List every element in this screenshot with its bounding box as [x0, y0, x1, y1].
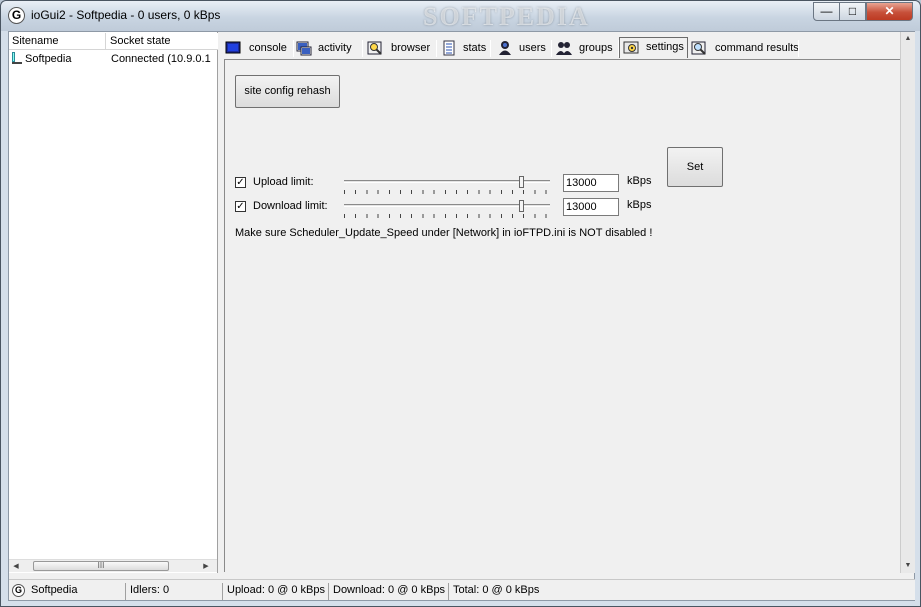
- scheduler-note: Make sure Scheduler_Update_Speed under […: [235, 227, 653, 239]
- tab-label: console: [249, 42, 287, 54]
- download-limit-slider[interactable]: [344, 200, 550, 220]
- settings-panel: site config rehash ✓ Upload limit: 13000…: [224, 59, 913, 572]
- tab-label: browser: [391, 42, 431, 54]
- download-limit-label: Download limit:: [253, 200, 328, 212]
- title-bar[interactable]: G ioGui2 - Softpedia - 0 users, 0 kBps S…: [1, 1, 920, 31]
- tab-command-results[interactable]: command results: [691, 38, 799, 59]
- users-icon: [499, 41, 511, 55]
- upload-limit-checkbox[interactable]: ✓: [235, 177, 246, 188]
- client-area: Sitename Socket state Softpedia Connecte…: [8, 31, 915, 601]
- tab-activity[interactable]: activity: [296, 38, 363, 59]
- tab-browser[interactable]: browser: [367, 38, 437, 59]
- scrollbar-thumb[interactable]: III: [33, 561, 169, 571]
- tab-bar: console activity browser stats users gro…: [223, 37, 913, 60]
- tab-settings[interactable]: settings: [619, 37, 688, 58]
- activity-icon: [296, 41, 312, 56]
- status-upload: Upload: 0 @ 0 kBps: [222, 583, 328, 600]
- browser-icon: [367, 41, 382, 55]
- tab-label: settings: [646, 41, 684, 53]
- column-header-sitename[interactable]: Sitename: [9, 33, 106, 50]
- site-list[interactable]: Sitename Socket state Softpedia Connecte…: [9, 32, 218, 573]
- tab-separator: [436, 40, 437, 57]
- stats-icon: [443, 40, 455, 56]
- tab-separator: [551, 40, 552, 57]
- scroll-down-icon[interactable]: ▼: [901, 559, 915, 573]
- tab-label: command results: [715, 42, 799, 54]
- site-config-rehash-button[interactable]: site config rehash: [235, 75, 340, 108]
- tab-separator: [490, 40, 491, 57]
- download-limit-checkbox[interactable]: ✓: [235, 201, 246, 212]
- status-total: Total: 0 @ 0 kBps: [448, 583, 568, 600]
- groups-icon: [556, 42, 572, 55]
- site-icon: [12, 52, 22, 64]
- window-title: ioGui2 - Softpedia - 0 users, 0 kBps: [31, 8, 221, 22]
- slider-ticks: [344, 190, 550, 194]
- minimize-button[interactable]: —: [813, 2, 840, 21]
- set-button[interactable]: Set: [667, 147, 723, 187]
- tab-label: activity: [318, 42, 352, 54]
- scroll-up-icon[interactable]: ▲: [901, 32, 915, 46]
- panel-vertical-scrollbar[interactable]: ▲ ▼: [900, 32, 915, 573]
- upload-unit: kBps: [627, 175, 652, 187]
- site-status-icon: G: [12, 584, 25, 597]
- site-list-header: Sitename Socket state: [9, 33, 218, 50]
- tab-separator: [798, 40, 799, 57]
- command-results-icon: [691, 41, 706, 55]
- tab-separator: [293, 40, 294, 57]
- upload-limit-label: Upload limit:: [253, 176, 314, 188]
- status-site: Softpedia: [31, 584, 78, 596]
- close-button[interactable]: ✕: [866, 2, 913, 21]
- app-logo-icon: G: [8, 7, 25, 24]
- app-window: G ioGui2 - Softpedia - 0 users, 0 kBps S…: [0, 0, 921, 607]
- tab-label: users: [519, 42, 546, 54]
- tab-separator: [362, 40, 363, 57]
- column-header-socket-state[interactable]: Socket state: [107, 33, 218, 50]
- upload-limit-slider[interactable]: [344, 176, 550, 196]
- tab-groups[interactable]: groups: [556, 38, 619, 59]
- maximize-button[interactable]: □: [839, 2, 866, 21]
- settings-icon: [623, 41, 639, 54]
- tab-label: groups: [579, 42, 613, 54]
- status-bar: G Softpedia Idlers: 0 Upload: 0 @ 0 kBps…: [9, 579, 915, 600]
- tab-stats[interactable]: stats: [441, 38, 491, 59]
- scroll-right-icon[interactable]: ▶: [199, 560, 213, 573]
- console-icon: [225, 41, 241, 54]
- scroll-left-icon[interactable]: ◀: [9, 560, 23, 573]
- status-idlers: Idlers: 0: [125, 583, 221, 600]
- slider-thumb[interactable]: [519, 176, 524, 188]
- status-download: Download: 0 @ 0 kBps: [328, 583, 448, 600]
- site-row[interactable]: Softpedia Connected (10.9.0.1: [9, 52, 218, 67]
- watermark: SOFTPEDIA: [423, 2, 590, 31]
- tab-label: stats: [463, 42, 487, 54]
- tab-console[interactable]: console: [225, 38, 294, 59]
- socket-state: Connected (10.9.0.1: [111, 53, 211, 65]
- site-list-horizontal-scrollbar[interactable]: ◀ III ▶: [9, 559, 217, 572]
- download-limit-input[interactable]: 13000: [563, 198, 619, 216]
- tab-users[interactable]: users: [497, 38, 552, 59]
- slider-thumb[interactable]: [519, 200, 524, 212]
- slider-ticks: [344, 214, 550, 218]
- site-name: Softpedia: [25, 53, 72, 65]
- upload-limit-input[interactable]: 13000: [563, 174, 619, 192]
- download-unit: kBps: [627, 199, 652, 211]
